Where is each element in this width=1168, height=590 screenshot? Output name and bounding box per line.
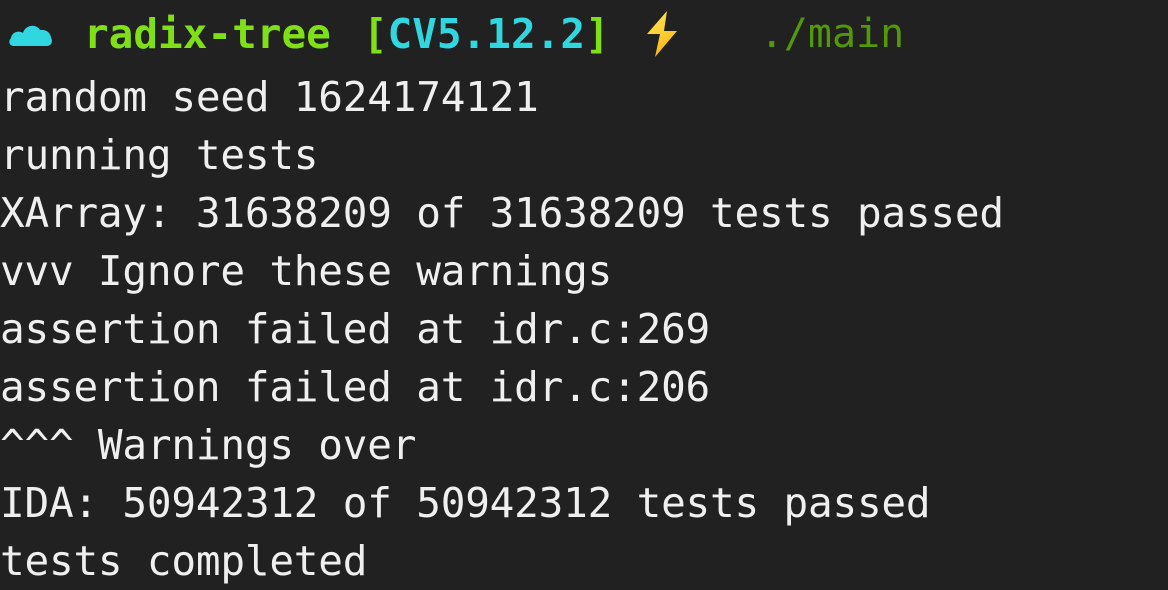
output-line: IDA: 50942312 of 50942312 tests passed: [0, 479, 931, 527]
output-line: ^^^ Warnings over: [0, 421, 417, 469]
output-line: vvv Ignore these warnings: [0, 247, 613, 295]
prompt-bracket-close: ]: [585, 10, 610, 58]
prompt-version: CV5.12.2: [387, 10, 586, 58]
prompt-bracket-open: [: [362, 10, 388, 58]
output-line: XArray: 31638209 of 31638209 tests passe…: [0, 189, 1004, 237]
output-line: random seed 1624174121: [0, 73, 539, 121]
output-line: running tests: [0, 131, 319, 179]
terminal-output: random seed 1624174121 running tests XAr…: [0, 68, 1168, 590]
output-line: assertion failed at idr.c:206: [0, 363, 711, 411]
cloud-icon: [6, 14, 56, 54]
terminal-window[interactable]: radix-tree [ CV5.12.2 ] ./main random se…: [0, 0, 1168, 585]
prompt-command: ./main: [759, 11, 905, 57]
output-line: assertion failed at idr.c:269: [0, 305, 711, 353]
shell-prompt-line: radix-tree [ CV5.12.2 ] ./main: [0, 0, 1168, 68]
output-line: tests completed: [0, 537, 368, 585]
prompt-project-name: radix-tree: [84, 10, 331, 58]
lightning-bolt-icon: [640, 10, 684, 58]
